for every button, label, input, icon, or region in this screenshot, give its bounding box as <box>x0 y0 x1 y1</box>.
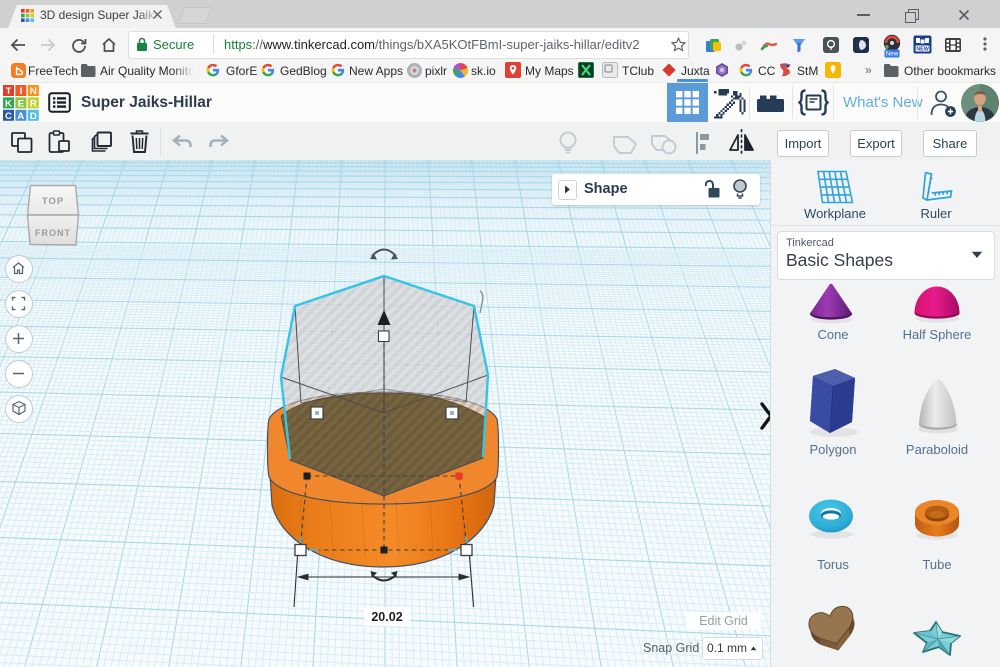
svg-text:R: R <box>30 98 37 109</box>
svg-text:20.02: 20.02 <box>371 610 402 624</box>
svg-text:New: New <box>886 51 899 58</box>
svg-text:N: N <box>30 86 37 97</box>
svg-text:NEW: NEW <box>916 46 929 52</box>
svg-text:I: I <box>20 86 23 97</box>
svg-text:T: T <box>6 86 12 97</box>
svg-text:D: D <box>30 111 37 121</box>
svg-text:TOP: TOP <box>42 196 64 207</box>
svg-text:A: A <box>17 111 24 121</box>
svg-text:E: E <box>18 98 25 109</box>
svg-text:FRONT: FRONT <box>35 228 71 238</box>
svg-text:C: C <box>5 111 12 121</box>
svg-text:K: K <box>5 98 12 109</box>
